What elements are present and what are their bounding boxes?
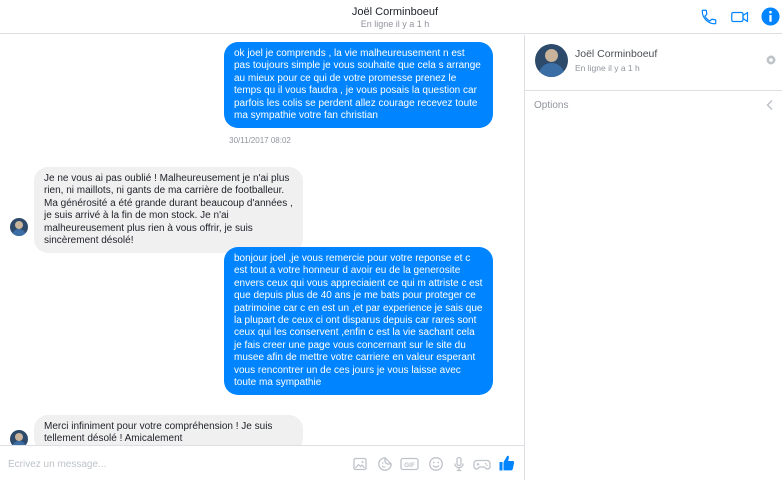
phone-icon[interactable] <box>700 8 718 26</box>
chevron-left-icon[interactable] <box>765 99 775 111</box>
side-contact-status: En ligne il y a 1 h <box>575 63 640 73</box>
contact-avatar[interactable] <box>10 430 28 445</box>
contact-info-panel: Joël Corminboeuf En ligne il y a 1 h Opt… <box>525 35 782 480</box>
message-composer: GIF <box>0 445 524 480</box>
message-timestamp: 30/11/2017 08:02 <box>229 136 291 145</box>
photo-icon[interactable] <box>352 456 368 472</box>
message-bubble-outgoing[interactable]: bonjour joel ,je vous remercie pour votr… <box>224 247 493 396</box>
contact-status: En ligne il y a 1 h <box>360 19 430 29</box>
message-bubble-outgoing[interactable]: ok joel je comprends , la vie malheureus… <box>224 42 493 129</box>
emoji-icon[interactable] <box>428 456 444 472</box>
gif-icon[interactable]: GIF <box>400 456 419 472</box>
contact-avatar[interactable] <box>10 218 28 236</box>
message-bubble-incoming[interactable]: Je ne vous ai pas oublié ! Malheureuseme… <box>34 167 303 254</box>
message-thread[interactable]: ok joel je comprends , la vie malheureus… <box>0 35 524 445</box>
options-section-label[interactable]: Options <box>534 100 568 111</box>
sidebar-divider <box>525 90 782 91</box>
side-contact-name[interactable]: Joël Corminboeuf <box>575 48 657 60</box>
sticker-icon[interactable] <box>377 456 393 472</box>
game-icon[interactable] <box>473 456 491 472</box>
message-input[interactable] <box>8 455 328 473</box>
contact-name[interactable]: Joël Corminboeuf <box>0 6 782 18</box>
microphone-icon[interactable] <box>451 456 467 472</box>
video-camera-icon[interactable] <box>730 8 750 26</box>
svg-text:GIF: GIF <box>404 462 415 469</box>
contact-profile-avatar[interactable] <box>535 44 568 77</box>
gear-icon[interactable] <box>765 54 777 66</box>
like-icon[interactable] <box>498 454 516 472</box>
conversation-header: Joël Corminboeuf En ligne il y a 1 h <box>0 0 782 34</box>
info-icon[interactable] <box>761 7 780 26</box>
message-bubble-incoming[interactable]: Merci infiniment pour votre compréhensio… <box>34 415 303 445</box>
